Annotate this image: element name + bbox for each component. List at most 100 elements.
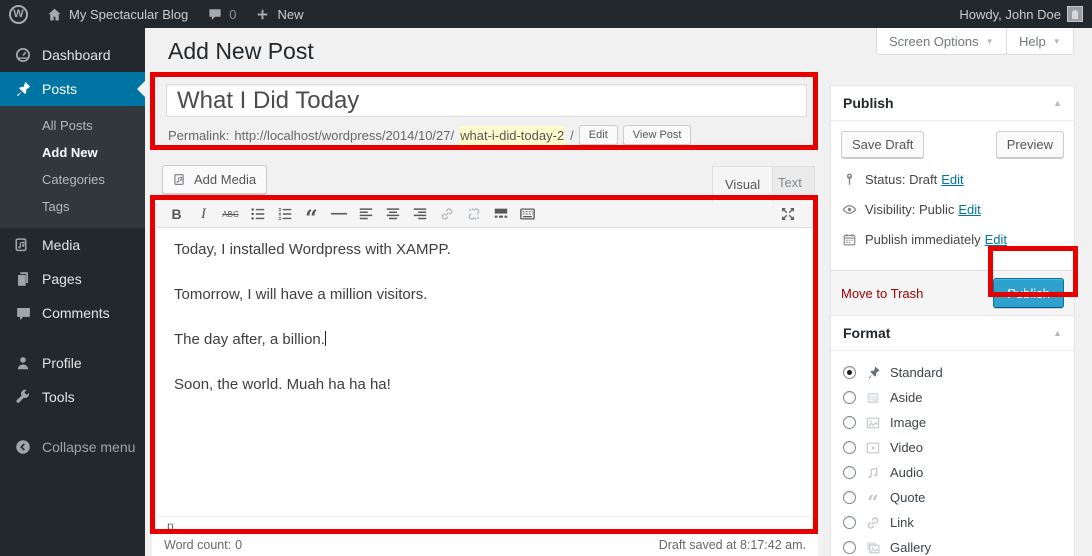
sidebar-item-tools[interactable]: Tools bbox=[0, 380, 145, 414]
format-option-video[interactable]: Video bbox=[843, 435, 1062, 460]
text-cursor bbox=[325, 331, 326, 346]
horizontal-rule-button[interactable]: — bbox=[325, 203, 352, 226]
distraction-free-button[interactable] bbox=[774, 203, 801, 226]
format-option-link[interactable]: Link bbox=[843, 510, 1062, 535]
editor-content-area[interactable]: Today, I installed Wordpress with XAMPP.… bbox=[157, 228, 813, 516]
permalink-row: Permalink: http://localhost/wordpress/20… bbox=[168, 122, 691, 148]
new-content-menu[interactable]: New bbox=[245, 0, 312, 28]
element-path-indicator[interactable]: p bbox=[167, 519, 174, 533]
sidebar-item-dashboard[interactable]: Dashboard bbox=[0, 38, 145, 72]
wrench-icon bbox=[13, 387, 33, 407]
permalink-label: Permalink: bbox=[168, 128, 229, 143]
format-label-gallery: Gallery bbox=[890, 540, 931, 555]
radio-quote[interactable] bbox=[843, 491, 856, 504]
edit-permalink-button[interactable]: Edit bbox=[579, 125, 618, 145]
radio-gallery[interactable] bbox=[843, 541, 856, 554]
pushpin-icon bbox=[13, 79, 33, 99]
help-button[interactable]: Help ▼ bbox=[1006, 28, 1074, 55]
sidebar-label-comments: Comments bbox=[42, 305, 110, 321]
sidebar-item-comments[interactable]: Comments bbox=[0, 296, 145, 330]
menu-separator bbox=[0, 414, 145, 430]
collapse-toggle-icon[interactable]: ▲ bbox=[1053, 98, 1062, 108]
add-media-button[interactable]: Add Media bbox=[162, 165, 267, 194]
blockquote-button[interactable]: “ bbox=[298, 203, 325, 226]
preview-button[interactable]: Preview bbox=[996, 131, 1064, 158]
submenu-item-add-new[interactable]: Add New bbox=[0, 139, 145, 166]
tab-visual[interactable]: Visual bbox=[712, 166, 773, 202]
save-draft-button[interactable]: Save Draft bbox=[841, 131, 924, 158]
sidebar-item-pages[interactable]: Pages bbox=[0, 262, 145, 296]
sidebar-item-collapse-menu[interactable]: Collapse menu bbox=[0, 430, 145, 464]
toolbar-toggle-icon bbox=[519, 206, 536, 222]
remove-link-button[interactable] bbox=[460, 203, 487, 226]
format-option-image[interactable]: Image bbox=[843, 410, 1062, 435]
sidebar-item-media[interactable]: Media bbox=[0, 228, 145, 262]
radio-standard[interactable] bbox=[843, 366, 856, 379]
format-option-audio[interactable]: Audio bbox=[843, 460, 1062, 485]
sidebar-label-collapse: Collapse menu bbox=[42, 439, 135, 455]
format-option-gallery[interactable]: Gallery bbox=[843, 535, 1062, 556]
radio-video[interactable] bbox=[843, 441, 856, 454]
format-option-standard[interactable]: Standard bbox=[843, 360, 1062, 385]
media-icon bbox=[13, 235, 33, 255]
format-label-quote: Quote bbox=[890, 490, 925, 505]
strikethrough-button[interactable]: ABC bbox=[217, 203, 244, 226]
submenu-item-tags[interactable]: Tags bbox=[0, 193, 145, 220]
format-option-quote[interactable]: “ Quote bbox=[843, 485, 1062, 510]
bold-button[interactable]: B bbox=[163, 203, 190, 226]
edit-schedule-link[interactable]: Edit bbox=[985, 232, 1007, 247]
align-center-button[interactable] bbox=[379, 203, 406, 226]
numbered-list-icon bbox=[277, 206, 293, 222]
view-post-button[interactable]: View Post bbox=[623, 125, 692, 145]
permalink-trailing-slash: / bbox=[570, 128, 574, 143]
wordpress-logo-menu[interactable]: W bbox=[0, 0, 37, 28]
bold-icon: B bbox=[171, 206, 181, 222]
publish-box-header[interactable]: Publish ▲ bbox=[831, 86, 1074, 121]
italic-button[interactable]: I bbox=[190, 203, 217, 226]
site-name-label: My Spectacular Blog bbox=[69, 7, 188, 22]
menu-separator bbox=[0, 330, 145, 346]
visibility-value: Public bbox=[919, 202, 954, 217]
radio-aside[interactable] bbox=[843, 391, 856, 404]
permalink-slug[interactable]: what-i-did-today-2 bbox=[459, 126, 565, 145]
aside-icon bbox=[864, 389, 882, 407]
numbered-list-button[interactable] bbox=[271, 203, 298, 226]
sidebar-label-posts: Posts bbox=[42, 81, 77, 97]
edit-visibility-link[interactable]: Edit bbox=[958, 202, 980, 217]
sidebar-item-profile[interactable]: Profile bbox=[0, 346, 145, 380]
my-account-menu[interactable]: Howdy, John Doe bbox=[950, 0, 1092, 28]
editor-footer-bar: Word count: 0 Draft saved at 8:17:42 am. bbox=[152, 533, 818, 556]
sidebar-item-posts[interactable]: Posts bbox=[0, 72, 145, 106]
edit-status-link[interactable]: Edit bbox=[941, 172, 963, 187]
insert-more-tag-button[interactable] bbox=[487, 203, 514, 226]
radio-image[interactable] bbox=[843, 416, 856, 429]
insert-link-button[interactable] bbox=[433, 203, 460, 226]
submenu-item-all-posts[interactable]: All Posts bbox=[0, 112, 145, 139]
format-box-header[interactable]: Format ▲ bbox=[831, 316, 1074, 351]
comments-menu[interactable]: 0 bbox=[197, 0, 245, 28]
bullet-list-button[interactable] bbox=[244, 203, 271, 226]
submenu-item-categories[interactable]: Categories bbox=[0, 166, 145, 193]
howdy-label: Howdy, John Doe bbox=[959, 7, 1061, 22]
help-label: Help bbox=[1019, 34, 1046, 49]
publish-actions-row: Save Draft Preview bbox=[841, 131, 1064, 158]
screen-options-button[interactable]: Screen Options ▼ bbox=[876, 28, 1007, 55]
calendar-icon bbox=[841, 231, 858, 248]
sidebar-label-media: Media bbox=[42, 237, 80, 253]
format-option-aside[interactable]: Aside bbox=[843, 385, 1062, 410]
publish-button[interactable]: Publish bbox=[993, 278, 1064, 308]
site-name-menu[interactable]: My Spectacular Blog bbox=[37, 0, 197, 28]
editor-paragraph: Today, I installed Wordpress with XAMPP. bbox=[174, 241, 796, 258]
align-left-button[interactable] bbox=[352, 203, 379, 226]
radio-audio[interactable] bbox=[843, 466, 856, 479]
align-right-button[interactable] bbox=[406, 203, 433, 226]
strikethrough-icon: ABC bbox=[222, 210, 238, 219]
toolbar-toggle-button[interactable] bbox=[514, 203, 541, 226]
collapse-toggle-icon[interactable]: ▲ bbox=[1053, 328, 1062, 338]
post-title-input[interactable] bbox=[166, 84, 807, 117]
editor-paragraph: Tomorrow, I will have a million visitors… bbox=[174, 286, 796, 303]
move-to-trash-link[interactable]: Move to Trash bbox=[841, 286, 923, 301]
radio-link[interactable] bbox=[843, 516, 856, 529]
link-icon bbox=[439, 206, 455, 222]
publish-box-body: Save Draft Preview Status: Draft Edit Vi… bbox=[831, 121, 1074, 258]
